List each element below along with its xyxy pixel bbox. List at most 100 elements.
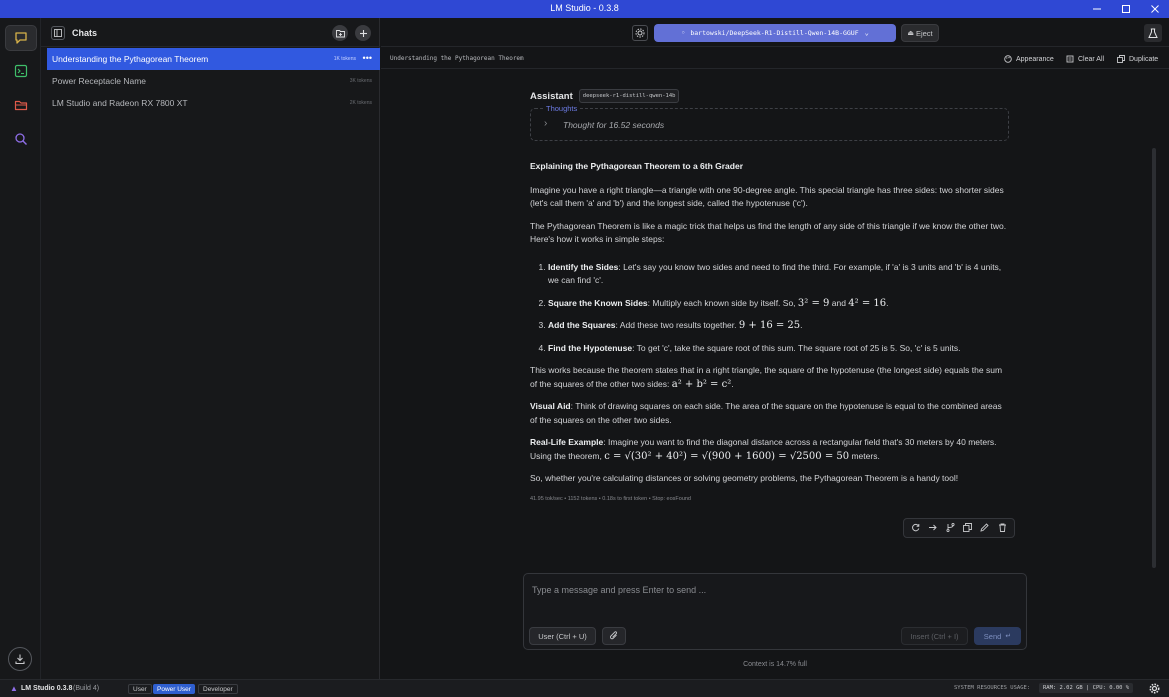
developer-nav-button[interactable] — [5, 58, 37, 84]
refresh-icon — [912, 523, 920, 532]
duplicate-button[interactable]: Duplicate — [1117, 55, 1158, 63]
models-nav-button[interactable] — [5, 92, 37, 118]
paragraph-text: : Think of drawing squares on each side.… — [530, 401, 1002, 425]
chats-title: Chats — [72, 28, 98, 38]
copy-button[interactable] — [963, 521, 973, 535]
paragraph-text: This works because the theorem states th… — [530, 365, 1003, 389]
message-heading: Explaining the Pythagorean Theorem to a … — [530, 161, 744, 171]
chat-list-item[interactable]: Understanding the Pythagorean Theorem 1K… — [47, 48, 380, 70]
chevron-down-icon: ⌄ — [864, 29, 869, 37]
message-composer[interactable]: Type a message and press Enter to send .… — [523, 573, 1027, 650]
chat-bubble-icon — [15, 32, 27, 44]
model-selector[interactable]: ◦ bartowski/DeepSeek-R1-Distill-Qwen-14B… — [654, 24, 896, 42]
send-button[interactable]: Send ↵ — [974, 627, 1021, 645]
download-icon — [15, 654, 25, 665]
duplicate-label: Duplicate — [1129, 55, 1159, 63]
eject-label: Eject — [915, 28, 933, 38]
paragraph: This works because the theorem states th… — [530, 364, 1010, 391]
chat-item-tokens: 3K tokens — [349, 78, 372, 84]
message-input[interactable]: Type a message and press Enter to send .… — [532, 585, 706, 595]
paragraph: Visual Aid: Think of drawing squares on … — [530, 400, 1010, 427]
close-icon — [1150, 5, 1159, 13]
icon-rail — [0, 18, 41, 679]
chat-item-tokens: 2K tokens — [349, 100, 372, 106]
insert-button[interactable]: Insert (Ctrl + I) — [901, 627, 968, 645]
insert-label: Insert (Ctrl + I) — [910, 631, 959, 641]
continue-button[interactable] — [928, 521, 938, 535]
minimize-button[interactable] — [1082, 0, 1111, 18]
appearance-button[interactable]: Appearance — [1004, 55, 1054, 63]
chats-panel: Chats Understanding the Pythagorean Theo… — [41, 18, 380, 679]
chat-nav-button[interactable] — [5, 25, 37, 51]
appearance-label: Appearance — [1016, 55, 1054, 63]
mode-developer-button[interactable]: Developer — [198, 684, 238, 694]
model-dot-icon: ◦ — [681, 29, 686, 37]
new-chat-button[interactable] — [355, 25, 371, 41]
model-settings-button[interactable] — [632, 25, 648, 41]
app-version: LM Studio 0.3.8 — [21, 685, 73, 692]
folder-icon — [14, 100, 28, 111]
paragraph: Imagine you have a right triangle—a tria… — [530, 184, 1004, 209]
lab-button[interactable] — [1144, 24, 1162, 42]
regenerate-button[interactable] — [911, 521, 920, 535]
attach-button[interactable] — [602, 627, 626, 645]
thoughts-duration: Thought for 16.52 seconds — [563, 120, 665, 130]
eject-button[interactable]: ⏏ Eject — [901, 24, 939, 42]
edit-icon — [980, 523, 990, 532]
downloads-button[interactable] — [8, 647, 32, 671]
chat-item-title: Understanding the Pythagorean Theorem — [52, 54, 209, 64]
clear-all-label: Clear All — [1078, 55, 1105, 63]
status-bar: ▲ LM Studio 0.3.8 (Build 4) User Power U… — [0, 679, 1169, 697]
paragraph: The Pythagorean Theorem is like a magic … — [530, 220, 1007, 245]
scrollbar[interactable] — [1152, 148, 1156, 568]
math-expression: 3² = 9 — [797, 297, 830, 309]
chat-list-item[interactable]: Power Receptacle Name 3K tokens — [47, 70, 380, 92]
paperclip-icon — [609, 631, 618, 640]
thoughts-label: Thoughts — [543, 104, 581, 113]
close-button[interactable] — [1140, 0, 1169, 18]
maximize-button[interactable] — [1111, 0, 1140, 18]
palette-icon — [1004, 55, 1012, 63]
terminal-icon — [14, 64, 28, 78]
branch-icon — [946, 522, 955, 533]
clear-all-button[interactable]: Clear All — [1066, 55, 1104, 63]
delete-button[interactable] — [998, 521, 1007, 535]
resources-usage[interactable]: RAM: 2.02 GB | CPU: 0.00 % — [1039, 683, 1134, 693]
plus-icon — [359, 29, 367, 37]
context-usage: Context is 14.7% full — [743, 661, 807, 668]
branch-button[interactable] — [946, 521, 955, 535]
send-label: Send — [983, 631, 1002, 641]
step-title: Square the Known Sides — [548, 297, 648, 308]
chat-list-item[interactable]: LM Studio and Radeon RX 7800 XT 2K token… — [47, 92, 380, 114]
enter-key-icon: ↵ — [1005, 633, 1012, 640]
chats-header: Chats — [41, 18, 380, 47]
gear-icon — [1149, 683, 1160, 694]
user-role-button[interactable]: User (Ctrl + U) — [529, 627, 596, 645]
thoughts-panel[interactable]: Thoughts › Thought for 16.52 seconds — [530, 104, 1009, 141]
folder-plus-icon — [335, 29, 345, 37]
step-text: : Add these two results together. — [615, 320, 739, 330]
message-role: Assistant — [530, 90, 573, 102]
step-text: . — [800, 320, 803, 330]
discover-nav-button[interactable] — [5, 126, 37, 152]
resources-label: SYSTEM RESOURCES USAGE: — [954, 685, 1031, 691]
paragraph-text: meters. — [849, 450, 880, 461]
settings-button[interactable] — [1149, 683, 1160, 696]
edit-button[interactable] — [980, 521, 990, 535]
more-options-icon[interactable]: ••• — [363, 53, 372, 63]
model-tag: deepseek-r1-distill-qwen-14b — [578, 89, 680, 103]
mode-power-user-button[interactable]: Power User — [153, 684, 195, 694]
step-text: . — [886, 297, 889, 308]
mode-user-button[interactable]: User — [128, 684, 152, 694]
title-bar: LM Studio - 0.3.8 — [0, 0, 1169, 18]
search-icon — [15, 133, 27, 145]
model-name: bartowski/DeepSeek-R1-Distill-Qwen-14B-G… — [690, 29, 859, 37]
message-body: Explaining the Pythagorean Theorem to a … — [530, 160, 1010, 506]
lm-studio-logo-icon: ▲ — [10, 684, 18, 693]
chat-item-title: Power Receptacle Name — [52, 76, 147, 86]
step-text: : Multiply each known side by itself. So… — [647, 297, 798, 308]
message-header: Assistant deepseek-r1-distill-qwen-14b — [530, 88, 1010, 104]
chat-title: Understanding the Pythagorean Theorem — [390, 55, 524, 62]
new-folder-button[interactable] — [332, 25, 348, 41]
toggle-sidebar-button[interactable] — [51, 26, 65, 40]
